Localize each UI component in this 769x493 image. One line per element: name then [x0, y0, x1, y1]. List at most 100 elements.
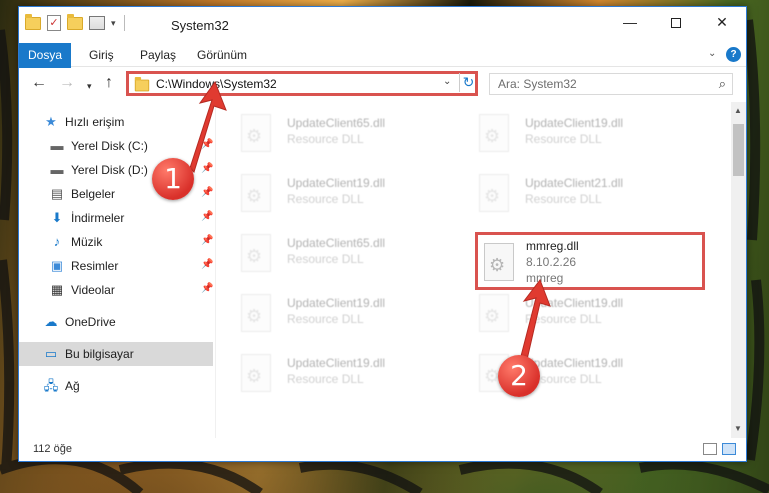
star-icon: ★ [45, 114, 57, 129]
maximize-button[interactable] [653, 7, 699, 37]
tab-view[interactable]: Görünüm [197, 43, 247, 67]
tiles-view-icon[interactable] [722, 443, 736, 455]
new-folder-icon[interactable] [67, 13, 83, 30]
sidebar-item-label: OneDrive [65, 315, 116, 329]
maximize-icon [671, 18, 681, 29]
quick-access-toolbar: ✓ ▾ [25, 13, 125, 31]
close-button[interactable]: ✕ [699, 7, 745, 37]
file-list: UpdateClient65.dll Resource DLL UpdateCl… [217, 102, 731, 438]
address-bar[interactable]: C:\Windows\System32 ⌄ ↻ [126, 71, 478, 96]
tab-home[interactable]: Giriş [89, 43, 114, 67]
sidebar-item-this-pc[interactable]: ▭ Bu bilgisayar [19, 342, 213, 366]
back-button[interactable]: ← [31, 74, 47, 92]
expand-ribbon-icon[interactable]: ⌄ [708, 48, 716, 59]
file-name: UpdateClient19.dll [287, 296, 386, 310]
scroll-thumb[interactable] [733, 124, 744, 176]
sidebar-item-quick-access[interactable]: ★ Hızlı erişim [43, 110, 237, 134]
properties-icon[interactable] [89, 16, 105, 30]
dll-file-icon [241, 234, 271, 272]
dll-file-icon [241, 174, 271, 212]
pane-divider [215, 102, 216, 438]
list-item[interactable]: UpdateClient19.dll Resource DLL [217, 164, 437, 216]
sidebar-item-onedrive[interactable]: ☁ OneDrive [43, 310, 213, 334]
address-path[interactable]: C:\Windows\System32 [156, 77, 277, 91]
documents-icon: ▤ [50, 186, 64, 201]
file-name: UpdateClient19.dll [525, 116, 624, 130]
file-description: Resource DLL [525, 192, 602, 206]
pin-icon: 📌 [201, 163, 214, 174]
sidebar-item-label: İndirmeler [71, 211, 125, 225]
list-item[interactable]: UpdateClient65.dll Resource DLL [217, 224, 437, 276]
search-box[interactable]: Ara: System32 ⌕ [489, 73, 733, 95]
title-bar: ✓ ▾ System32 — ✕ [19, 7, 746, 43]
sidebar-item-network[interactable]: 🖧 Ağ [43, 374, 213, 398]
file-description: Resource DLL [287, 252, 364, 266]
sidebar-item-label: Hızlı erişim [65, 115, 125, 129]
properties-check-icon[interactable]: ✓ [47, 15, 61, 31]
computer-icon: ▭ [44, 346, 58, 361]
sidebar-item-downloads[interactable]: ⬇ İndirmeler 📌 [49, 206, 214, 230]
address-dropdown-icon[interactable]: ⌄ [443, 76, 451, 87]
up-button[interactable]: ↑ [105, 74, 113, 92]
sidebar-item-label: Ağ [65, 379, 80, 393]
customize-toolbar-icon[interactable]: ▾ [111, 18, 116, 29]
video-icon: ▦ [50, 282, 64, 297]
sidebar-item-label: Videolar [71, 283, 115, 297]
sidebar-item-label: Yerel Disk (D:) [71, 163, 148, 177]
mmreg-dll-file[interactable]: mmreg.dll 8.10.2.26 mmreg [475, 232, 705, 290]
file-name: UpdateClient65.dll [287, 116, 386, 130]
recent-locations-icon[interactable]: ▾ [87, 77, 92, 95]
search-icon[interactable]: ⌕ [719, 76, 726, 92]
list-item[interactable]: UpdateClient21.dll Resource DLL [455, 164, 675, 216]
dll-file-icon [241, 354, 271, 392]
window-title: System32 [171, 18, 229, 33]
sidebar-item-local-disk-c[interactable]: ▬ Yerel Disk (C:) 📌 [49, 134, 214, 158]
list-item[interactable]: UpdateClient19.dll Resource DLL [455, 344, 675, 396]
network-icon: 🖧 [43, 378, 59, 393]
scroll-down-icon[interactable]: ▼ [734, 424, 742, 433]
sidebar-item-music[interactable]: ♪ Müzik 📌 [49, 230, 214, 254]
file-description: mmreg [526, 271, 564, 285]
file-description: Resource DLL [525, 132, 602, 146]
list-item[interactable]: UpdateClient19.dll Resource DLL [455, 104, 675, 156]
sidebar-item-videos[interactable]: ▦ Videolar 📌 [49, 278, 214, 302]
search-placeholder: Ara: System32 [498, 77, 577, 91]
file-name: mmreg.dll [526, 239, 579, 253]
minimize-button[interactable]: — [607, 7, 653, 37]
navigation-bar: ← → ▾ ↑ C:\Windows\System32 ⌄ ↻ Ara: Sys… [19, 68, 746, 100]
folder-icon [25, 13, 41, 30]
list-item[interactable]: UpdateClient19.dll Resource DLL [455, 284, 675, 336]
details-view-icon[interactable] [703, 443, 717, 455]
item-count: 112 öğe [33, 443, 72, 455]
dll-file-icon [241, 294, 271, 332]
file-description: Resource DLL [287, 312, 364, 326]
download-icon: ⬇ [51, 210, 63, 225]
pin-icon: 📌 [201, 235, 214, 246]
music-icon: ♪ [53, 234, 61, 249]
title-separator [123, 15, 125, 31]
file-description: Resource DLL [525, 312, 602, 326]
pin-icon: 📌 [201, 211, 214, 222]
pin-icon: 📌 [201, 139, 214, 150]
dll-file-icon [479, 294, 509, 332]
file-name: UpdateClient19.dll [287, 176, 386, 190]
folder-icon [134, 76, 150, 92]
drive-icon: ▬ [50, 162, 64, 177]
refresh-button[interactable]: ↻ [459, 73, 477, 92]
sidebar-item-label: Yerel Disk (C:) [71, 139, 148, 153]
dll-file-icon [479, 114, 509, 152]
tab-share[interactable]: Paylaş [140, 43, 176, 67]
help-icon[interactable]: ? [726, 47, 741, 62]
list-item[interactable]: UpdateClient65.dll Resource DLL [217, 104, 437, 156]
scroll-up-icon[interactable]: ▲ [734, 106, 742, 115]
list-item[interactable]: UpdateClient19.dll Resource DLL [217, 344, 437, 396]
list-item[interactable]: UpdateClient19.dll Resource DLL [217, 284, 437, 336]
file-name: UpdateClient19.dll [525, 356, 624, 370]
vertical-scrollbar[interactable]: ▲ ▼ [731, 102, 746, 438]
step-1-badge: 1 [152, 158, 194, 200]
sidebar-item-pictures[interactable]: ▣ Resimler 📌 [49, 254, 214, 278]
file-description: Resource DLL [287, 192, 364, 206]
forward-button[interactable]: → [59, 74, 75, 92]
status-bar: 112 öğe [19, 438, 746, 461]
file-description: Resource DLL [287, 372, 364, 386]
